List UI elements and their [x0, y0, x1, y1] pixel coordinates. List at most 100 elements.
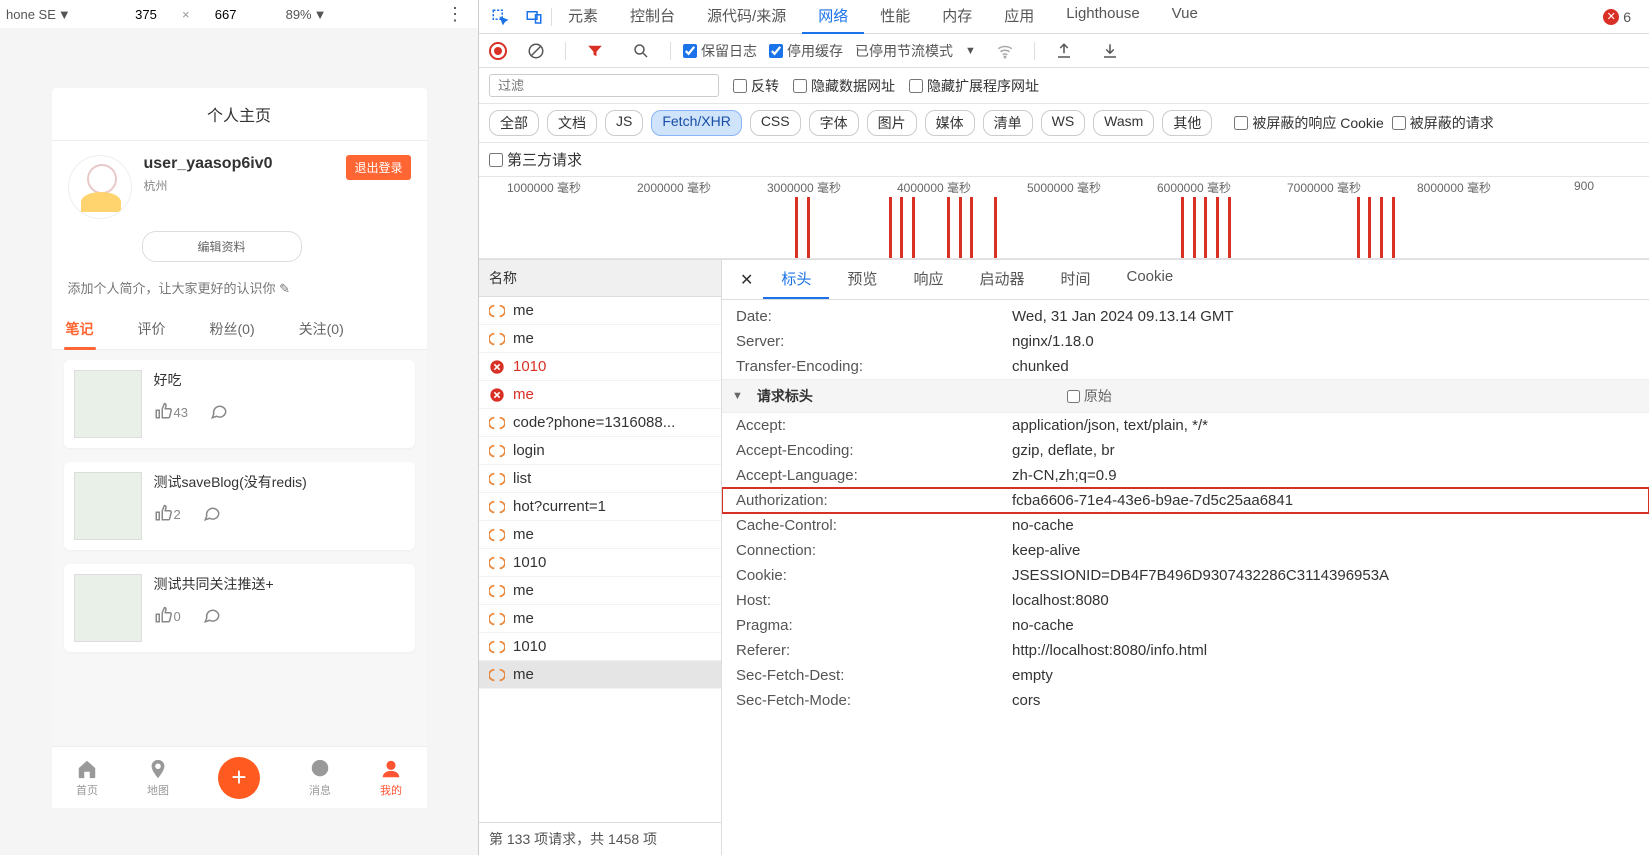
type-chip-CSS[interactable]: CSS [750, 110, 801, 136]
filter-icon[interactable] [578, 38, 612, 64]
request-row[interactable]: list [479, 465, 721, 493]
wifi-icon[interactable] [988, 38, 1022, 64]
request-row[interactable]: 1010 [479, 353, 721, 381]
request-row[interactable]: me [479, 325, 721, 353]
request-row[interactable]: me [479, 577, 721, 605]
type-chip-WS[interactable]: WS [1041, 110, 1086, 136]
nav-me[interactable]: 我的 [380, 758, 402, 798]
type-chip-Fetch/XHR[interactable]: Fetch/XHR [651, 110, 741, 136]
dim-separator: × [182, 7, 190, 22]
raw-checkbox[interactable]: 原始 [1067, 386, 1112, 406]
inspect-icon[interactable] [483, 4, 517, 30]
disable-cache-checkbox[interactable]: 停用缓存 [769, 41, 843, 61]
comment-icon[interactable] [203, 504, 221, 525]
devtools-tab-2[interactable]: 源代码/来源 [691, 0, 802, 34]
request-row[interactable]: 1010 [479, 549, 721, 577]
tab-notes[interactable]: 笔记 [64, 309, 96, 349]
tab-reviews[interactable]: 评价 [136, 309, 168, 349]
detail-tab-0[interactable]: 标头 [763, 260, 829, 299]
detail-tab-5[interactable]: Cookie [1108, 260, 1191, 299]
blocked-req-checkbox[interactable]: 被屏蔽的请求 [1392, 113, 1494, 133]
tab-followers[interactable]: 粉丝(0) [208, 309, 257, 349]
request-row[interactable]: me [479, 605, 721, 633]
nav-add-button[interactable]: + [218, 757, 260, 799]
type-chip-图片[interactable]: 图片 [867, 110, 917, 136]
type-chip-文档[interactable]: 文档 [547, 110, 597, 136]
headers-body[interactable]: Date:Wed, 31 Jan 2024 09.13.14 GMTServer… [722, 300, 1649, 855]
type-chip-Wasm[interactable]: Wasm [1093, 110, 1154, 136]
request-row[interactable]: 1010 [479, 633, 721, 661]
hide-ext-checkbox[interactable]: 隐藏扩展程序网址 [909, 76, 1039, 96]
hide-data-checkbox[interactable]: 隐藏数据网址 [793, 76, 895, 96]
throttle-select[interactable]: 已停用节流模式 [855, 41, 953, 61]
network-timeline[interactable]: 1000000 毫秒2000000 毫秒3000000 毫秒4000000 毫秒… [479, 177, 1649, 259]
devtools-tab-5[interactable]: 内存 [926, 0, 988, 34]
request-row[interactable]: code?phone=1316088... [479, 409, 721, 437]
request-row[interactable]: login [479, 437, 721, 465]
detail-tab-4[interactable]: 时间 [1042, 260, 1108, 299]
nav-message[interactable]: 消息 [309, 758, 331, 798]
preserve-log-checkbox[interactable]: 保留日志 [683, 41, 757, 61]
devtools-tab-4[interactable]: 性能 [864, 0, 926, 34]
detail-tab-3[interactable]: 启动器 [961, 260, 1042, 299]
detail-tab-2[interactable]: 响应 [895, 260, 961, 299]
width-input[interactable] [116, 7, 176, 22]
name-column-header[interactable]: 名称 [479, 260, 721, 297]
third-party-checkbox[interactable]: 第三方请求 [489, 149, 582, 170]
close-icon[interactable]: ✕ [730, 264, 763, 296]
comment-icon[interactable] [210, 402, 228, 423]
bio-prompt[interactable]: 添加个人简介，让大家更好的认识你 ✎ [52, 262, 427, 309]
height-input[interactable] [196, 7, 256, 22]
more-menu-icon[interactable]: ⋮ [438, 4, 472, 25]
devtools-tab-7[interactable]: Lighthouse [1050, 0, 1155, 34]
posts-list[interactable]: 好吃43 测试saveBlog(没有redis)2 测试共同关注推送+0 [52, 350, 427, 808]
invert-checkbox[interactable]: 反转 [733, 76, 779, 96]
error-badge[interactable]: ✕6 [1603, 9, 1645, 25]
post-card[interactable]: 测试saveBlog(没有redis)2 [64, 462, 415, 550]
devtools-tab-0[interactable]: 元素 [552, 0, 614, 34]
request-row[interactable]: me [479, 661, 721, 689]
comment-icon[interactable] [203, 606, 221, 627]
like-button[interactable]: 0 [154, 606, 181, 627]
upload-icon[interactable] [1047, 38, 1081, 64]
clear-icon[interactable] [519, 38, 553, 64]
filter-input[interactable] [489, 74, 719, 97]
type-chip-JS[interactable]: JS [605, 110, 643, 136]
request-row[interactable]: me [479, 521, 721, 549]
detail-tab-1[interactable]: 预览 [829, 260, 895, 299]
search-icon[interactable] [624, 38, 658, 64]
request-row[interactable]: hot?current=1 [479, 493, 721, 521]
devtools-tab-1[interactable]: 控制台 [614, 0, 691, 34]
zoom-select[interactable]: 89%▼ [286, 7, 366, 22]
request-headers-section[interactable]: ▼请求标头 原始 [722, 379, 1649, 413]
nav-map[interactable]: 地图 [147, 758, 169, 798]
record-button[interactable] [489, 42, 507, 60]
like-button[interactable]: 2 [154, 504, 181, 525]
type-chip-其他[interactable]: 其他 [1162, 110, 1212, 136]
devtools-tab-8[interactable]: Vue [1156, 0, 1214, 34]
post-card[interactable]: 好吃43 [64, 360, 415, 448]
xhr-icon [489, 331, 505, 347]
edit-profile-button[interactable]: 编辑资料 [142, 231, 302, 262]
device-select[interactable]: hone SE▼ [6, 7, 86, 22]
blocked-cookie-checkbox[interactable]: 被屏蔽的响应 Cookie [1234, 113, 1383, 133]
request-row[interactable]: me [479, 297, 721, 325]
request-rows[interactable]: meme1010mecode?phone=1316088...loginlist… [479, 297, 721, 822]
chevron-down-icon[interactable]: ▼ [965, 45, 976, 57]
devtools-tab-6[interactable]: 应用 [988, 0, 1050, 34]
post-card[interactable]: 测试共同关注推送+0 [64, 564, 415, 652]
nav-home[interactable]: 首页 [76, 758, 98, 798]
type-chip-媒体[interactable]: 媒体 [925, 110, 975, 136]
type-chip-全部[interactable]: 全部 [489, 110, 539, 136]
device-mode-icon[interactable] [517, 4, 551, 30]
logout-button[interactable]: 退出登录 [346, 155, 410, 180]
avatar[interactable] [68, 155, 132, 219]
type-chip-字体[interactable]: 字体 [809, 110, 859, 136]
type-chip-清单[interactable]: 清单 [983, 110, 1033, 136]
request-row[interactable]: me [479, 381, 721, 409]
like-button[interactable]: 43 [154, 402, 188, 423]
tab-following[interactable]: 关注(0) [297, 309, 346, 349]
devtools-tab-3[interactable]: 网络 [802, 0, 864, 34]
download-icon[interactable] [1093, 38, 1127, 64]
network-body: 名称 meme1010mecode?phone=1316088...loginl… [479, 259, 1649, 855]
